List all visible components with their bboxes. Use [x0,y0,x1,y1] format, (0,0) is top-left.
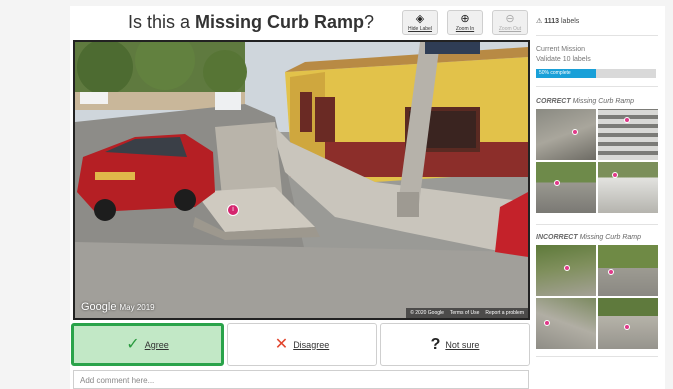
comment-field[interactable]: Add comment here... [73,370,529,389]
label-type: Missing Curb Ramp [195,12,365,32]
example-thumbnail[interactable] [598,298,658,349]
zoom-out-icon: ⊖ [505,13,515,25]
checkmark-icon: ✓ [126,335,140,353]
correct-examples-grid [536,109,658,213]
map-attribution: © 2020 Google Terms of Use Report a prob… [406,308,528,318]
mission-progress-bar: 50% complete [536,69,656,78]
label-marker-icon[interactable]: i [227,204,239,216]
incorrect-examples-title: INCORRECT Missing Curb Ramp [536,234,642,241]
example-thumbnail[interactable] [536,109,596,160]
disagree-button[interactable]: ✕ Disagree [227,323,377,366]
sidebar-divider [536,86,658,87]
zoom-in-button[interactable]: ⊕ Zoom In [447,10,483,35]
copyright-text: © 2020 Google [410,310,444,316]
x-icon: ✕ [274,335,289,353]
report-problem-link[interactable]: Report a problem [485,309,524,317]
incorrect-examples-grid [536,245,658,349]
sidebar-divider [536,356,658,357]
example-thumbnail[interactable] [536,298,596,349]
example-thumbnail[interactable] [598,245,658,296]
hide-label-button[interactable]: ◈ Hide Label [402,10,438,35]
example-thumbnail[interactable] [536,162,596,213]
terms-link[interactable]: Terms of Use [450,309,479,317]
example-thumbnail[interactable] [536,245,596,296]
label-count: ⚠ 1113 labels [536,18,580,25]
labels-icon: ⚠ [536,18,543,25]
page-title: Is this a Missing Curb Ramp? [128,12,375,32]
not-sure-button[interactable]: ? Not sure [380,323,530,366]
sidebar-divider [536,35,658,36]
mission-title: Current Mission [536,46,586,53]
capture-date: May 2019 [119,303,155,312]
sidebar-divider [536,224,658,225]
zoom-in-icon: ⊕ [460,13,470,25]
agree-button[interactable]: ✓ Agree [71,323,224,366]
correct-examples-title: CORRECT Missing Curb Ramp [536,98,635,105]
hide-label-icon: ◈ [415,13,425,25]
progress-text: 50% complete [539,70,571,76]
zoom-out-button[interactable]: ⊖ Zoom Out [492,10,528,35]
google-watermark: Google May 2019 [81,301,155,313]
validation-page: Is this a Missing Curb Ramp? ◈ Hide Labe… [0,0,673,389]
example-thumbnail[interactable] [598,162,658,213]
example-thumbnail[interactable] [598,109,658,160]
street-scene [75,42,528,318]
mission-subtitle: Validate 10 labels [536,56,591,63]
street-view-panorama[interactable]: i Google May 2019 © 2020 Google Terms of … [73,40,530,320]
question-icon: ? [430,335,441,353]
